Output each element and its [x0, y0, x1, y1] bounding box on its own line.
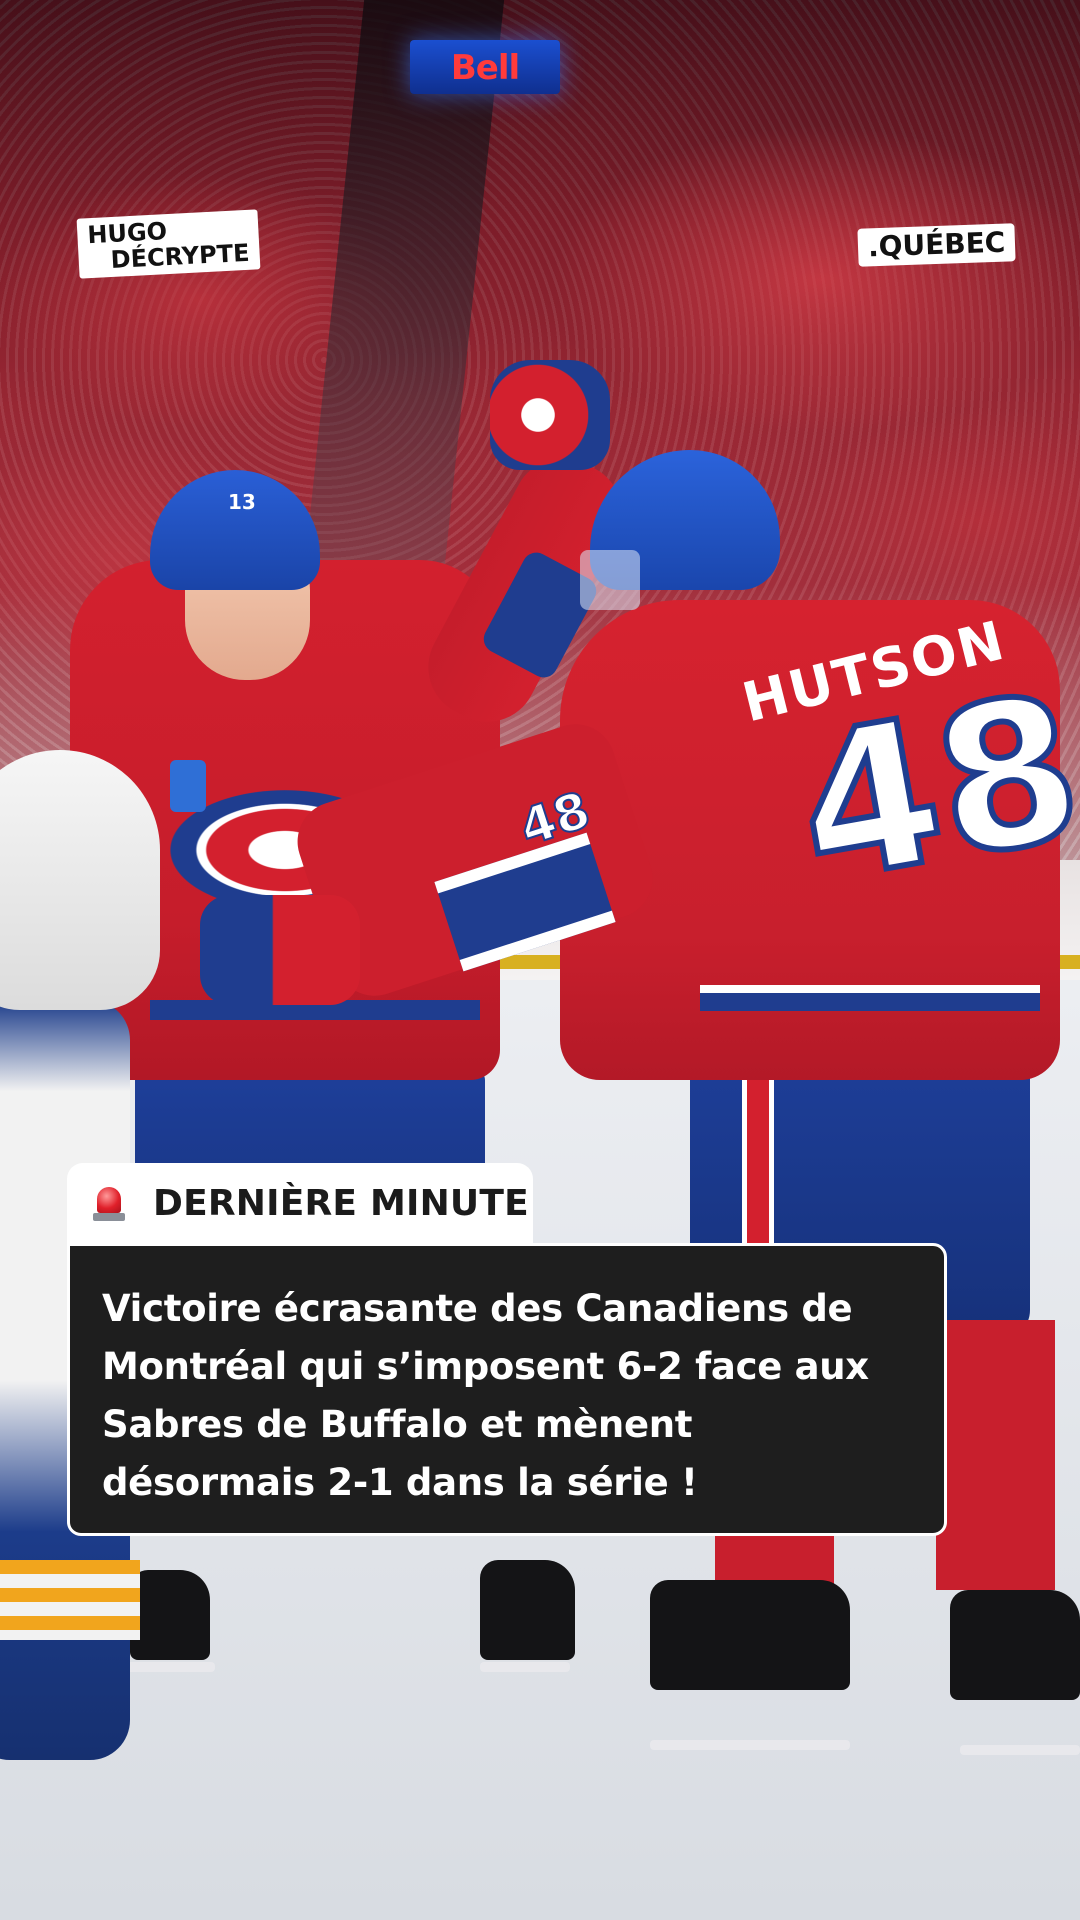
arena-scoreboard: Bell	[410, 40, 560, 94]
right-player-skate-blade	[960, 1745, 1080, 1755]
jersey-patch	[170, 760, 206, 812]
siren-icon	[93, 1183, 125, 1223]
scoreboard-text: Bell	[450, 48, 520, 88]
breaking-news-tag: DERNIÈRE MINUTE	[67, 1163, 533, 1243]
breaking-news-label: DERNIÈRE MINUTE	[153, 1182, 529, 1224]
hugo-logo-line2: DÉCRYPTE	[110, 238, 251, 275]
hugo-decrypte-logo: HUGO DÉCRYPTE	[76, 209, 261, 279]
story-card: Bell 13 48 HUTSON 48 HUGO DÉCRYPTE .QUÉB…	[0, 0, 1080, 1920]
left-player-skate	[130, 1570, 210, 1660]
quebec-label: .QUÉBEC	[857, 223, 1016, 267]
headline-text: Victoire écrasante des Canadiens de Mont…	[102, 1287, 869, 1504]
headline-box: Victoire écrasante des Canadiens de Mont…	[67, 1243, 947, 1536]
right-player-glove	[200, 895, 360, 1005]
right-player-jersey-hem	[700, 985, 1040, 1011]
left-player-helmet-number: 13	[228, 490, 256, 514]
right-player-number: 48	[779, 648, 1080, 932]
left-player-skate-blade	[125, 1662, 215, 1672]
left-player-glove	[490, 360, 610, 470]
siren-base	[93, 1213, 125, 1221]
siren-dome	[97, 1187, 121, 1213]
right-player-visor	[580, 550, 640, 610]
right-player-skate	[650, 1580, 850, 1690]
buffalo-player-stripe	[0, 1560, 140, 1640]
left-player-skate	[480, 1560, 575, 1660]
right-player-skate	[950, 1590, 1080, 1700]
right-player-skate-blade	[650, 1740, 850, 1750]
buffalo-player-helmet	[0, 750, 160, 1010]
left-player-skate-blade	[480, 1662, 570, 1672]
